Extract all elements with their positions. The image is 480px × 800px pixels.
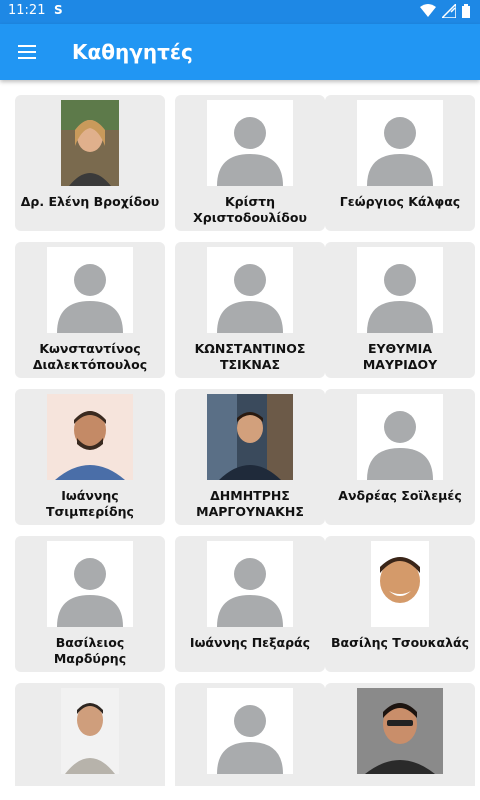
teacher-card[interactable]: ΔΗΜΗΤΡΗΣ ΜΑΡΓΟΥΝΑΚΗΣ xyxy=(175,389,325,525)
teacher-name: Κρίστη Χριστοδουλίδου xyxy=(193,194,307,225)
teacher-card[interactable] xyxy=(325,683,475,786)
teacher-photo xyxy=(61,688,119,774)
teacher-name: ΚΩΝΣΤΑΝΤΙΝΟΣ ΤΣΙΚΝΑΣ xyxy=(194,341,306,372)
teacher-card[interactable]: Γεώργιος Κάλφας xyxy=(325,95,475,231)
teacher-card[interactable]: Ιωάννης Τσιμπερίδης xyxy=(15,389,165,525)
avatar-placeholder-icon xyxy=(207,688,293,774)
teacher-name: Βασίλης Τσουκαλάς xyxy=(331,635,469,650)
teacher-name: Ανδρέας Σοϊλεμές xyxy=(338,488,462,503)
teacher-photo xyxy=(371,541,429,627)
teacher-photo xyxy=(61,100,119,186)
page-title: Καθηγητές xyxy=(72,40,193,64)
teacher-name: Δρ. Ελένη Βροχίδου xyxy=(20,194,160,209)
teacher-name: ΕΥΘΥΜΙΑ ΜΑΥΡΙΔΟΥ xyxy=(362,341,438,372)
teacher-name: Κωνσταντίνος Διαλεκτόπουλος xyxy=(32,341,148,372)
teacher-card[interactable]: Ιωάννης Πεξαράς xyxy=(175,536,325,672)
teacher-name: ΔΗΜΗΤΡΗΣ ΜΑΡΓΟΥΝΑΚΗΣ xyxy=(196,488,304,519)
teacher-photo xyxy=(47,394,133,480)
avatar-placeholder-icon xyxy=(207,100,293,186)
battery-icon xyxy=(462,4,470,18)
hamburger-menu-icon xyxy=(18,45,36,47)
signal-icon xyxy=(442,4,456,18)
teacher-card[interactable]: ΚΩΝΣΤΑΝΤΙΝΟΣ ΤΣΙΚΝΑΣ xyxy=(175,242,325,378)
notification-s-icon: S xyxy=(54,3,63,17)
app-bar: Καθηγητές xyxy=(0,24,480,80)
wifi-icon xyxy=(420,4,436,17)
status-icons xyxy=(420,4,470,18)
avatar-placeholder-icon xyxy=(207,541,293,627)
avatar-placeholder-icon xyxy=(357,247,443,333)
teacher-card[interactable] xyxy=(15,683,165,786)
teacher-card[interactable]: Ανδρέας Σοϊλεμές xyxy=(325,389,475,525)
teacher-card[interactable]: Δρ. Ελένη Βροχίδου xyxy=(15,95,165,231)
teacher-card[interactable]: ΕΥΘΥΜΙΑ ΜΑΥΡΙΔΟΥ xyxy=(325,242,475,378)
teacher-name: Ιωάννης Τσιμπερίδης xyxy=(46,488,134,519)
avatar-placeholder-icon xyxy=(207,247,293,333)
avatar-placeholder-icon xyxy=(47,541,133,627)
menu-button[interactable] xyxy=(14,38,42,66)
avatar-placeholder-icon xyxy=(357,100,443,186)
status-bar: 11:21 S xyxy=(0,0,480,24)
teacher-name: Ιωάννης Πεξαράς xyxy=(189,635,311,650)
status-time: 11:21 xyxy=(8,3,46,18)
teacher-photo xyxy=(207,394,293,480)
teacher-name: Βασίλειος Μαρδύρης xyxy=(53,635,127,666)
teacher-name: Γεώργιος Κάλφας xyxy=(339,194,461,209)
teacher-card[interactable]: Κωνσταντίνος Διαλεκτόπουλος xyxy=(15,242,165,378)
avatar-placeholder-icon xyxy=(357,394,443,480)
bottom-area xyxy=(0,786,480,800)
teacher-card[interactable]: Βασίλειος Μαρδύρης xyxy=(15,536,165,672)
teacher-photo xyxy=(357,688,443,774)
teachers-grid[interactable]: Δρ. Ελένη Βροχίδου Κρίστη Χριστοδουλίδου… xyxy=(0,80,480,786)
teacher-card[interactable]: Κρίστη Χριστοδουλίδου xyxy=(175,95,325,231)
teacher-card[interactable] xyxy=(175,683,325,786)
avatar-placeholder-icon xyxy=(47,247,133,333)
teacher-card[interactable]: Βασίλης Τσουκαλάς xyxy=(325,536,475,672)
